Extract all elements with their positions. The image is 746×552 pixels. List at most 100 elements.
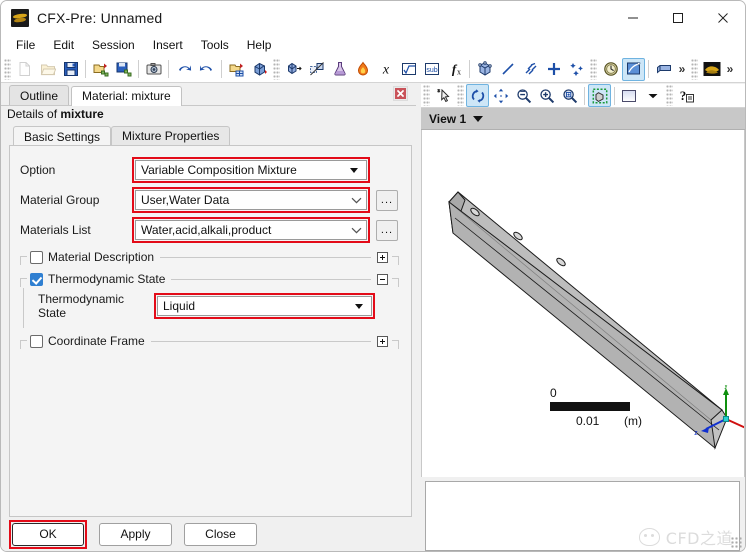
basic-settings-form: Option Variable Composition Mixture Mate… [9,145,412,517]
toolbar-separator [221,60,222,78]
pan-icon[interactable] [489,84,512,107]
group-coordinate-frame: Coordinate Frame [20,332,399,350]
menu-bar: File Edit Session Insert Tools Help [1,34,745,56]
timestep-clock-icon[interactable] [599,58,622,81]
maximize-button[interactable] [655,1,700,34]
tab-basic-settings[interactable]: Basic Settings [13,126,112,146]
close-button[interactable] [700,1,745,34]
background-color-icon[interactable] [618,84,641,107]
tab-outline[interactable]: Outline [9,85,70,105]
option-combobox[interactable]: Variable Composition Mixture [135,160,367,180]
material-group-field: User,Water Data ... [132,187,398,213]
toolbar-grip[interactable] [691,58,698,80]
undo-icon[interactable] [172,58,195,81]
menu-insert[interactable]: Insert [144,35,192,55]
fit-view-icon[interactable] [588,84,611,107]
coordinate-frame-expander[interactable] [377,335,388,347]
mesh-refresh-icon[interactable] [248,58,271,81]
rotate-icon[interactable] [466,84,489,107]
vector-icon[interactable] [519,58,542,81]
import-mesh-icon[interactable] [89,58,112,81]
menu-file[interactable]: File [7,35,44,55]
pane-tab-strip: Outline Material: mixture [1,84,416,106]
mesh-region-icon[interactable] [473,58,496,81]
domain-icon[interactable] [282,58,305,81]
toolbar-grip[interactable] [273,58,280,80]
chevron-down-icon [351,304,367,309]
materials-list-combobox[interactable]: Water,acid,alkali,product [135,220,367,240]
toolbar-grip[interactable] [4,58,11,80]
apply-button[interactable]: Apply [99,522,172,546]
open-case-icon[interactable] [225,58,248,81]
function-icon[interactable]: fx [443,58,466,81]
boundary-icon[interactable] [305,58,328,81]
chevron-down-icon [346,168,362,173]
toolbar-group-solver: » [588,56,689,82]
menu-session[interactable]: Session [83,35,144,55]
3d-viewport[interactable]: 0 0.01 (m) y x z [421,130,745,477]
tab-material-mixture[interactable]: Material: mixture [71,86,182,106]
toolbar-grip[interactable] [423,85,430,106]
thermodynamic-state-combobox[interactable]: Liquid [157,296,372,316]
particle-icon[interactable] [565,58,588,81]
menu-edit[interactable]: Edit [44,35,83,55]
close-tab-icon[interactable] [393,86,408,101]
expression-icon[interactable]: x [374,58,397,81]
toolbar-overflow-button[interactable]: » [723,58,737,81]
chevron-down-icon[interactable] [473,115,484,122]
materials-list-browse-button[interactable]: ... [376,219,398,241]
reaction-flame-icon[interactable] [351,58,374,81]
window-resize-grip[interactable] [731,537,742,548]
line-icon[interactable] [496,58,519,81]
point-icon[interactable] [542,58,565,81]
thermodynamic-state-field: Liquid [154,293,375,319]
open-folder-icon[interactable] [36,58,59,81]
material-description-expander[interactable] [377,251,388,263]
subdomain-icon[interactable]: sub [420,58,443,81]
thermodynamic-state-value: Liquid [163,299,196,313]
material-group-combobox[interactable]: User,Water Data [135,190,367,210]
material-group-highlight: User,Water Data [132,187,370,213]
menu-help[interactable]: Help [238,35,281,55]
view-header[interactable]: View 1 [421,108,745,130]
toolbar-separator [584,86,585,105]
save-icon[interactable] [59,58,82,81]
thermodynamic-state-checkbox[interactable] [30,272,43,286]
chevron-down-icon [346,227,366,234]
material-group-label: Material Group [20,193,100,207]
toolbar-overflow-button[interactable]: » [675,58,689,81]
thermodynamic-state-expander[interactable] [377,273,388,285]
new-file-icon[interactable] [13,58,36,81]
tab-mixture-properties[interactable]: Mixture Properties [111,126,231,145]
zoom-in-icon[interactable] [535,84,558,107]
material-group-browse-button[interactable]: ... [376,189,398,211]
zoom-out-icon[interactable] [512,84,535,107]
zoom-box-icon[interactable] [558,84,581,107]
toolbar-grip[interactable] [590,58,597,80]
select-pointer-icon[interactable] [432,84,455,107]
redo-icon[interactable] [195,58,218,81]
form-row-thermodynamic-state: Thermodynamic State Liquid [38,292,399,320]
help-whatsthis-icon[interactable]: ? [675,84,698,107]
material-description-checkbox[interactable] [30,250,43,264]
material-flask-icon[interactable] [328,58,351,81]
group-divider [160,256,371,258]
solver-run-icon[interactable] [622,57,645,81]
group-divider [150,340,371,342]
snapshot-camera-icon[interactable] [142,58,165,81]
toolbar-grip[interactable] [666,85,673,106]
toolbar-grip[interactable] [457,85,464,106]
export-mesh-icon[interactable] [112,58,135,81]
minimize-button[interactable] [610,1,655,34]
box-render-icon[interactable] [652,58,675,81]
message-panel[interactable]: CFD之道 [425,481,740,551]
materials-list-highlight: Water,acid,alkali,product [132,217,370,243]
coordinate-frame-checkbox[interactable] [30,334,43,348]
chevron-down-icon[interactable] [641,84,664,107]
close-dialog-button[interactable]: Close [184,522,257,546]
details-object-name: mixture [60,107,104,121]
menu-tools[interactable]: Tools [192,35,238,55]
cfx-launcher-icon[interactable] [700,58,723,81]
variable-icon[interactable] [397,58,420,81]
ok-button[interactable]: OK [12,522,84,546]
